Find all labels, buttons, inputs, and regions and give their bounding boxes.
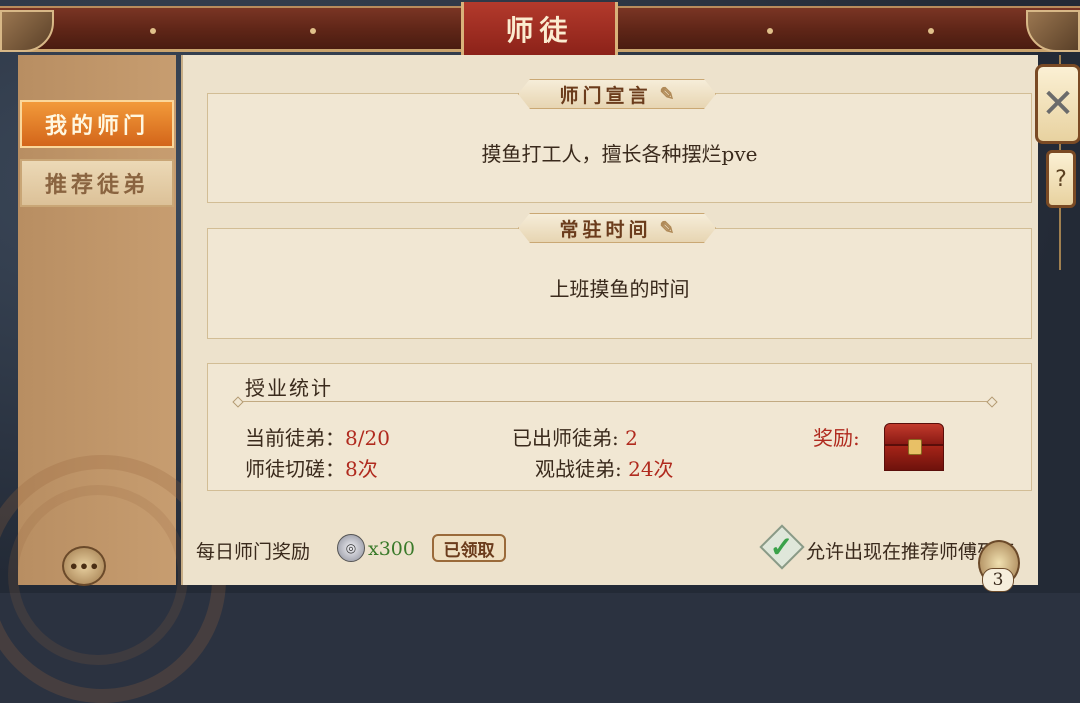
help-icon: ? xyxy=(1055,166,1067,192)
residence-box: 上班摸鱼的时间 xyxy=(207,228,1032,339)
scroll-icon: ✎ xyxy=(659,217,675,239)
sparring-stat: 师徒切磋：8次 xyxy=(245,453,378,482)
current-disciples-value: 8/20 xyxy=(345,426,390,450)
divider xyxy=(237,401,993,402)
close-icon: ✕ xyxy=(1041,81,1075,127)
stud-icon xyxy=(150,28,156,34)
page-title: 师徒 xyxy=(461,2,618,58)
declaration-heading-label: 师门宣言 xyxy=(559,84,652,107)
spectate-label: 观战徒弟: xyxy=(535,457,622,481)
stats-title: 授业统计 xyxy=(245,376,333,400)
residence-heading-label: 常驻时间 xyxy=(559,218,652,241)
close-button[interactable]: ✕ xyxy=(1035,64,1080,144)
residence-heading: 常驻时间 ✎ xyxy=(518,213,716,243)
treasure-chest-icon[interactable] xyxy=(884,423,944,471)
sparring-label: 师徒切磋： xyxy=(245,457,345,481)
help-button[interactable]: ? xyxy=(1046,150,1076,208)
corner-ornament-right xyxy=(1026,10,1080,52)
spectate-value: 24次 xyxy=(628,457,674,481)
chest-lock xyxy=(908,439,922,455)
tab-recommend-disciples[interactable]: 推荐徒弟 xyxy=(20,159,174,207)
check-icon: ✓ xyxy=(770,530,794,564)
scroll-icon: ✎ xyxy=(659,83,675,105)
graduated-label: 已出师徒弟: xyxy=(512,426,619,450)
declaration-text: 摸鱼打工人，擅长各种摆烂pve xyxy=(481,142,758,166)
current-disciples-stat: 当前徒弟：8/20 xyxy=(245,422,390,451)
chat-button[interactable]: ••• xyxy=(62,546,106,586)
silver-coin-icon: ◎ xyxy=(337,534,365,562)
declaration-box: 摸鱼打工人，擅长各种摆烂pve xyxy=(207,93,1032,203)
coin-amount: x300 xyxy=(368,538,415,560)
chat-icon: ••• xyxy=(68,556,100,576)
graduated-stat: 已出师徒弟: 2 xyxy=(512,422,638,451)
tab-my-school[interactable]: 我的师门 xyxy=(20,100,174,148)
stud-icon xyxy=(767,28,773,34)
declaration-heading: 师门宣言 ✎ xyxy=(518,79,716,109)
stud-icon xyxy=(310,28,316,34)
spectate-stat: 观战徒弟: 24次 xyxy=(535,453,674,482)
daily-reward-label: 每日师门奖励 xyxy=(196,541,311,563)
residence-text: 上班摸鱼的时间 xyxy=(549,277,690,301)
stud-icon xyxy=(928,28,934,34)
graduated-value: 2 xyxy=(625,426,638,450)
current-disciples-label: 当前徒弟： xyxy=(245,426,345,450)
sparring-value: 8次 xyxy=(345,457,378,481)
reward-label: 奖励: xyxy=(813,426,860,450)
corner-ornament-left xyxy=(0,10,54,52)
badge-count: 3 xyxy=(982,568,1014,592)
claimed-button[interactable]: 已领取 xyxy=(432,534,506,562)
